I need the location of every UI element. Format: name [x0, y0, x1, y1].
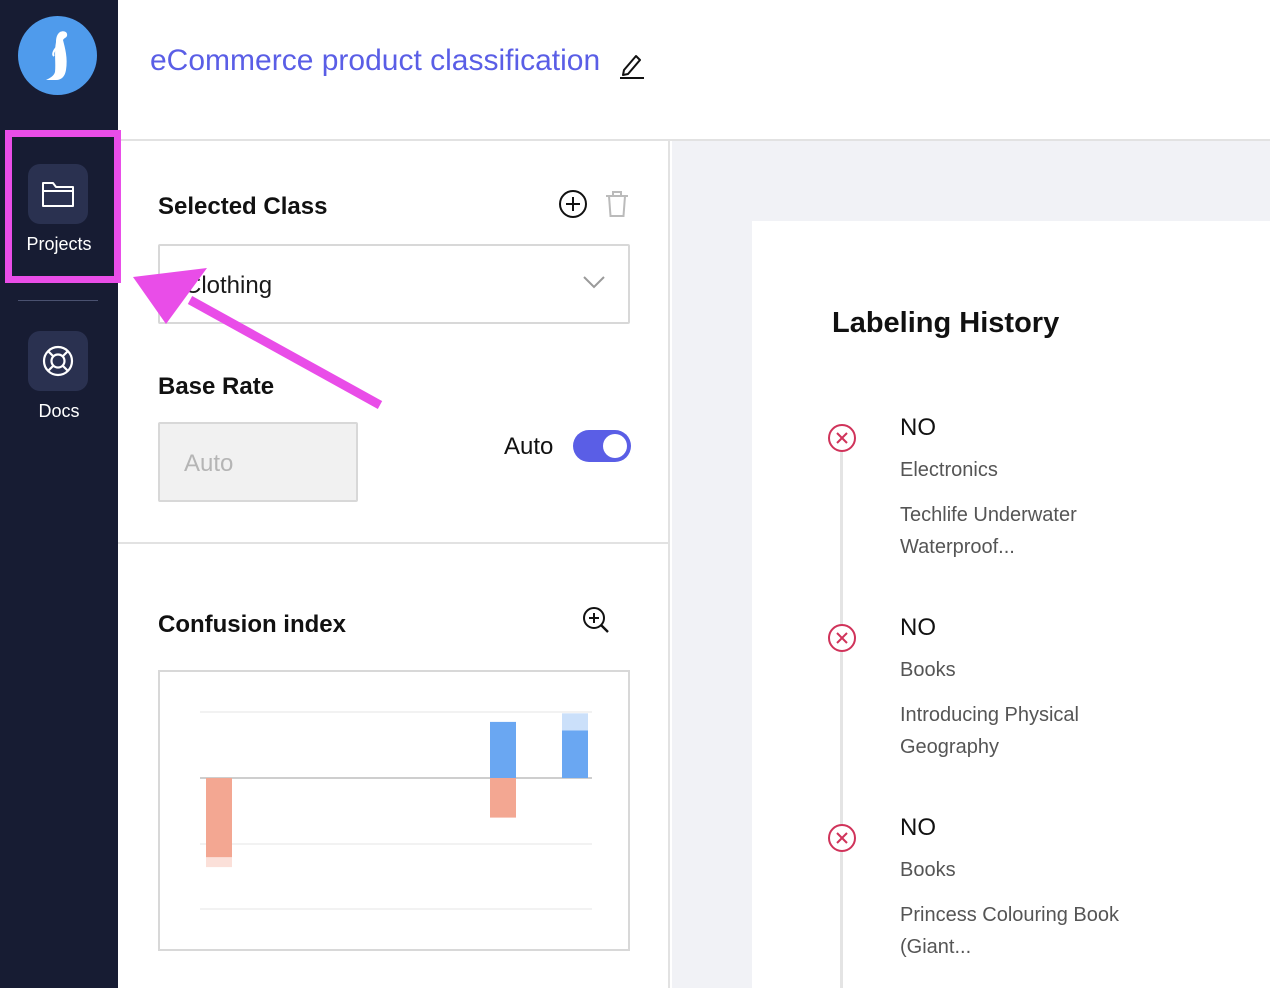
confusion-chart — [158, 670, 630, 951]
history-class: Books — [900, 859, 956, 881]
edit-pencil-icon[interactable] — [618, 50, 646, 80]
reject-x-icon — [828, 824, 856, 852]
class-select[interactable]: Clothing — [158, 244, 630, 324]
history-class: Books — [900, 659, 956, 681]
base-rate-input[interactable]: Auto — [158, 422, 358, 502]
toggle-knob — [603, 434, 627, 458]
add-class-button[interactable] — [557, 188, 589, 220]
chart-bar — [206, 778, 232, 858]
auto-toggle[interactable] — [573, 430, 631, 462]
sidebar-item-docs[interactable] — [28, 331, 88, 391]
history-verdict: NO — [900, 414, 936, 441]
meerkat-logo-icon[interactable] — [18, 16, 97, 95]
chart-bar — [562, 730, 588, 778]
chart-bar-faint — [206, 857, 232, 868]
chart-bar — [490, 778, 516, 818]
history-class: Electronics — [900, 459, 998, 481]
delete-class-button[interactable] — [601, 188, 633, 220]
sidebar-divider — [18, 300, 98, 301]
history-product-name: Princess Colouring Book (Giant... — [900, 904, 1119, 958]
base-rate-title: Base Rate — [158, 373, 275, 400]
annotation-highlight-box — [5, 130, 121, 283]
zoom-in-icon — [583, 607, 609, 633]
plus-circle-icon — [559, 190, 587, 218]
history-verdict: NO — [900, 614, 936, 641]
class-select-value: Clothing — [184, 272, 273, 299]
sidebar-item-docs-label[interactable]: Docs — [0, 401, 118, 422]
confusion-chart-svg — [200, 711, 592, 910]
auto-toggle-label: Auto — [504, 433, 554, 460]
class-settings-panel: Selected Class Clothing Base Rate Auto A… — [118, 141, 670, 988]
base-rate-placeholder: Auto — [184, 450, 234, 477]
chart-bar — [490, 721, 516, 778]
panel-divider — [118, 542, 670, 544]
history-area — [672, 141, 1270, 988]
chevron-down-icon — [582, 274, 606, 295]
selected-class-title: Selected Class — [158, 193, 328, 220]
labeling-history-title: Labeling History — [832, 307, 1060, 339]
chart-bar-faint — [562, 713, 588, 731]
history-product-name: Techlife Underwater Waterproof... — [900, 504, 1077, 558]
reject-x-icon — [828, 424, 856, 452]
trash-icon — [606, 191, 628, 217]
history-product-name: Introducing Physical Geography — [900, 704, 1079, 758]
timeline-line — [840, 438, 843, 988]
reject-x-icon — [828, 624, 856, 652]
zoom-in-button[interactable] — [580, 604, 612, 636]
confusion-index-title: Confusion index — [158, 611, 346, 638]
history-verdict: NO — [900, 814, 936, 841]
lifebuoy-icon — [42, 345, 74, 377]
project-title: eCommerce product classification — [150, 44, 601, 77]
header: eCommerce product classification — [118, 0, 1270, 141]
